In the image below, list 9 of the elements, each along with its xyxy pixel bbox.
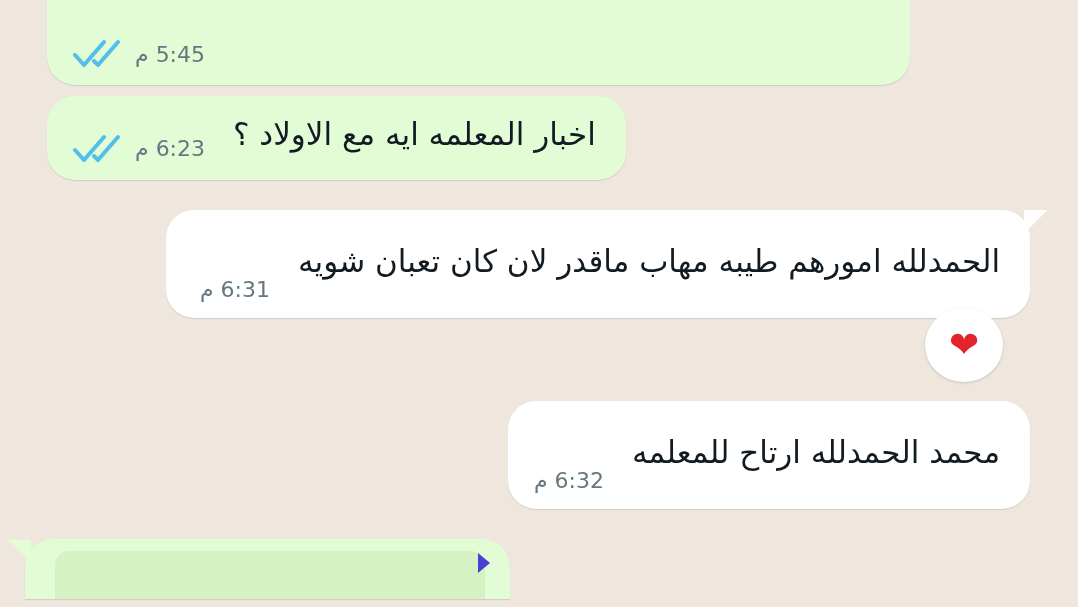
message-time: 6:31 م [199, 277, 270, 302]
message-time: 6:32 م [533, 468, 604, 494]
message-text: الحمدلله امورهم طيبه مهاب ماقدر لان كان تعبان شويه [297, 241, 1000, 282]
reaction-emoji: ❤ [925, 308, 1003, 382]
message-time: 5:45 م [135, 41, 206, 67]
message-text: اخبار المعلمه ايه مع الاولاد ؟ [233, 115, 596, 155]
message-time: 6:23 م [135, 136, 206, 162]
triangle-icon [478, 553, 490, 574]
message-text: محمد الحمدلله ارتاح للمعلمه [631, 433, 1000, 473]
